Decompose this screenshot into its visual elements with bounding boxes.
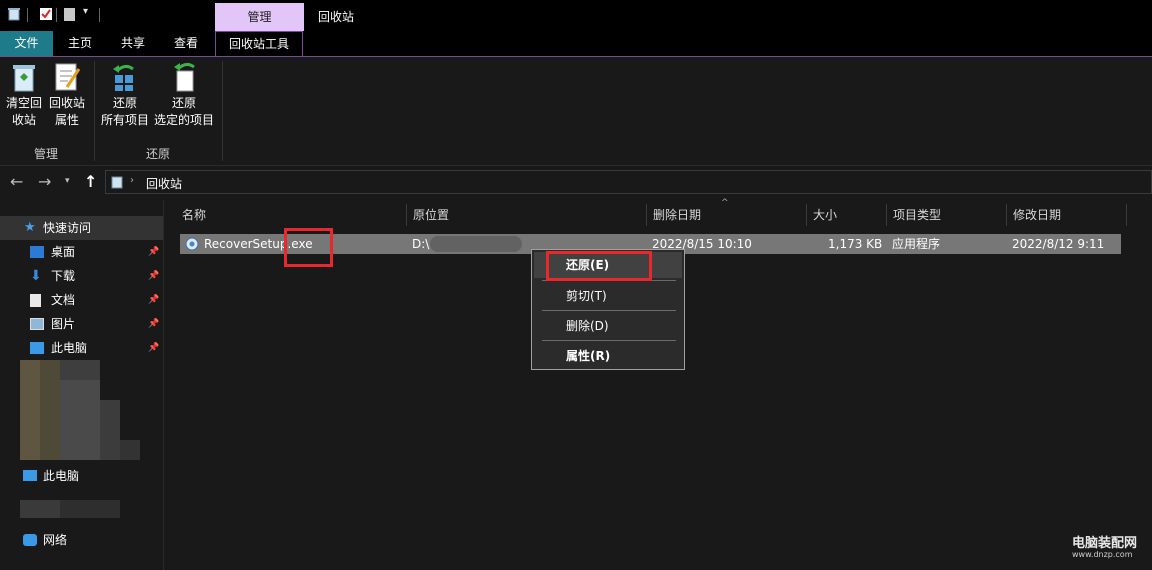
download-icon: ⬇ [30, 268, 42, 284]
window-title: 回收站 [318, 10, 355, 24]
restore-all-label-1: 还原 [112, 96, 137, 110]
props-label-1: 回收站 [48, 96, 85, 110]
title-bar: ▾ 管理 回收站 [0, 0, 1152, 31]
breadcrumb-recycle-bin[interactable]: 回收站 [146, 175, 182, 192]
tab-file[interactable]: 文件 [0, 31, 53, 56]
pin-icon[interactable]: 📌 [148, 336, 159, 360]
breadcrumb-separator-icon[interactable]: › [130, 175, 134, 186]
group-label-manage: 管理 [33, 147, 58, 161]
restore-selected-label-1: 还原 [171, 96, 196, 110]
back-arrow-icon[interactable]: ← [10, 172, 23, 191]
computer-icon [30, 342, 44, 354]
column-header-item-type[interactable]: 项目类型 [887, 204, 1007, 226]
menu-separator [542, 310, 676, 311]
menu-item-properties[interactable]: 属性(R) [534, 343, 682, 369]
menu-item-delete[interactable]: 删除(D) [534, 313, 682, 339]
pin-icon[interactable]: 📌 [148, 312, 159, 336]
properties-icon[interactable] [39, 7, 53, 21]
nav-this-pc[interactable]: 此电脑 [0, 464, 163, 488]
address-row: ← → ▾ ↑ › 回收站 [0, 166, 1152, 199]
nav-desktop[interactable]: 桌面 📌 [0, 240, 163, 264]
pin-icon[interactable]: 📌 [148, 264, 159, 288]
pin-icon[interactable]: 📌 [148, 288, 159, 312]
forward-arrow-icon[interactable]: → [38, 172, 51, 191]
nav-label: 网络 [43, 533, 68, 547]
nav-documents[interactable]: 文档 📌 [0, 288, 163, 312]
ribbon-tab-row: 文件 主页 共享 查看 回收站工具 [0, 31, 1152, 57]
menu-item-cut[interactable]: 剪切(T) [534, 283, 682, 309]
divider [56, 8, 57, 22]
empty-recycle-bin-button[interactable]: 清空回 收站 [4, 61, 44, 129]
network-icon [23, 534, 37, 546]
nav-this-pc-pinned[interactable]: 此电脑 📌 [0, 336, 163, 360]
empty-bin-label-2: 收站 [11, 113, 36, 127]
new-folder-icon[interactable] [63, 7, 77, 21]
installer-icon [185, 237, 199, 251]
customize-qat-icon[interactable]: ▾ [83, 6, 88, 17]
menu-separator [542, 340, 676, 341]
restore-all-label-2: 所有项目 [100, 113, 149, 127]
recycle-bin-icon [7, 7, 21, 21]
props-label-2: 属性 [54, 113, 79, 127]
column-header-name[interactable]: 名称 [176, 204, 407, 226]
desktop-icon [30, 246, 44, 258]
empty-bin-icon [8, 61, 40, 93]
nav-pictures[interactable]: 图片 📌 [0, 312, 163, 336]
ribbon-group-divider [222, 61, 223, 161]
nav-label: 桌面 [51, 245, 76, 259]
highlight-box-restore [546, 251, 652, 281]
ribbon-group-divider [94, 61, 95, 161]
nav-downloads[interactable]: ⬇ 下载 📌 [0, 264, 163, 288]
tab-view[interactable]: 查看 [162, 31, 210, 56]
recent-chevron-icon[interactable]: ▾ [65, 176, 70, 186]
nav-label: 下载 [51, 269, 76, 283]
tab-recycle-bin-tools[interactable]: 回收站工具 [215, 31, 303, 56]
nav-network[interactable]: 网络 [0, 528, 163, 552]
recycle-bin-properties-button[interactable]: 回收站 属性 [46, 61, 88, 129]
pin-icon[interactable]: 📌 [148, 240, 159, 264]
properties-sheet-icon [51, 61, 83, 93]
column-header-original-location[interactable]: 原位置 [407, 204, 647, 226]
ribbon: 清空回 收站 回收站 属性 还原 所有项目 还原 选定的项目 管理 还原 [0, 57, 1152, 166]
restore-selected-label-2: 选定的项目 [153, 113, 214, 127]
nav-label: 文档 [51, 293, 76, 307]
highlight-box-extension [284, 228, 333, 267]
file-type: 应用程序 [892, 237, 941, 251]
document-icon [30, 294, 41, 307]
column-header-size[interactable]: 大小 [807, 204, 887, 226]
nav-quick-access[interactable]: ★ 快速访问 [0, 216, 163, 240]
tab-share[interactable]: 共享 [108, 31, 158, 56]
pictures-icon [30, 318, 44, 330]
nav-label: 此电脑 [43, 469, 80, 483]
nav-label: 此电脑 [51, 341, 88, 355]
column-header-date-modified[interactable]: 修改日期 [1007, 204, 1127, 226]
restore-all-items-button[interactable]: 还原 所有项目 [98, 61, 152, 129]
column-header-date-deleted[interactable]: 删除日期 [647, 204, 807, 226]
address-bar[interactable]: › 回收站 [105, 170, 1152, 194]
recycle-bin-icon [110, 175, 124, 189]
restore-selected-icon [168, 61, 200, 93]
restore-all-icon [109, 61, 141, 93]
file-date-modified: 2022/8/12 9:11 [1012, 237, 1105, 251]
censored-area [20, 500, 120, 518]
manage-context-tab[interactable]: 管理 [215, 3, 304, 31]
file-size: 1,173 KB [828, 237, 883, 251]
group-label-restore: 还原 [145, 147, 170, 161]
computer-icon [23, 470, 37, 481]
nav-label: 图片 [51, 317, 76, 331]
tab-home[interactable]: 主页 [56, 31, 104, 56]
up-arrow-icon[interactable]: ↑ [84, 172, 97, 191]
star-icon: ★ [24, 220, 36, 235]
file-original-location: D:\ [412, 237, 430, 251]
restore-selected-items-button[interactable]: 还原 选定的项目 [152, 61, 216, 129]
nav-label: 快速访问 [43, 221, 92, 235]
empty-bin-label-1: 清空回 [5, 96, 42, 110]
watermark-line-2: www.dnzp.com [1072, 550, 1133, 559]
watermark-line-1: 电脑装配网 [1072, 536, 1138, 551]
censored-area [20, 360, 140, 460]
censored-path [430, 236, 522, 252]
navigation-pane: ★ 快速访问 桌面 📌 ⬇ 下载 📌 文档 📌 图片 📌 此电脑 📌 此电脑 网… [0, 200, 164, 570]
divider [27, 8, 28, 22]
divider [99, 8, 100, 22]
